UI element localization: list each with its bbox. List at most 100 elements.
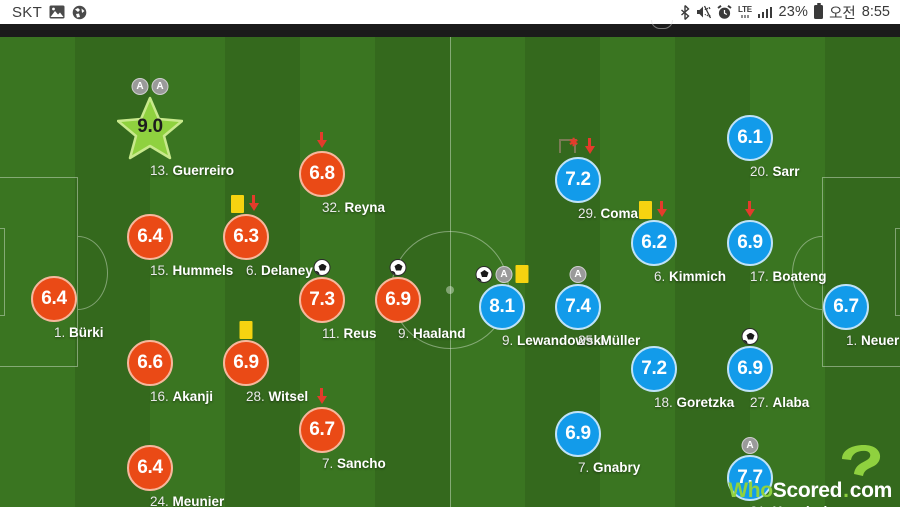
player-surname: Meunier — [172, 494, 225, 507]
player-rating-bubble[interactable]: 7.4 — [555, 284, 601, 330]
player-rating-bubble[interactable]: 6.4 — [127, 214, 173, 260]
player-rating-bubble[interactable]: 7.3 — [299, 277, 345, 323]
player-badges: A — [475, 265, 529, 283]
player-number: 27. — [750, 395, 773, 410]
player-rating: 6.9 — [737, 358, 763, 379]
player-surname: Neuer — [861, 333, 900, 348]
watermark-com: com — [849, 479, 893, 502]
player-rating-bubble[interactable]: 6.9 — [375, 277, 421, 323]
goal-icon — [741, 328, 759, 345]
yellow-card-icon — [239, 321, 253, 339]
network-type-label: LTE — [738, 5, 752, 14]
player-surname: Kimmich — [669, 269, 727, 284]
player-rating: 8.1 — [489, 296, 515, 317]
watermark-dot: . — [843, 479, 849, 502]
player-rating-bubble[interactable]: 6.8 — [299, 151, 345, 197]
player-rating-bubble[interactable]: 6.9 — [223, 340, 269, 386]
player-surname: Gnabry — [593, 460, 641, 475]
player-rating-bubble[interactable]: 6.7 — [299, 407, 345, 453]
player-badges — [639, 201, 669, 219]
whoscored-watermark: Who Scored . com — [728, 445, 893, 502]
status-bar: SKT LTE 23% 오전 8:55 — [0, 0, 900, 24]
clock-ampm-label: 오전 — [829, 5, 856, 22]
question-mark-icon — [838, 443, 884, 481]
player-badges: A — [569, 266, 587, 283]
player-surname: Haaland — [413, 326, 466, 341]
signal-bars-icon — [757, 6, 773, 18]
assist-icon: A — [569, 266, 587, 283]
player-number: 20. — [750, 164, 773, 179]
player-badges — [239, 321, 253, 339]
player-rating: 6.7 — [309, 419, 335, 440]
player-badges: AA — [131, 78, 169, 95]
player-rating: 6.9 — [233, 352, 259, 373]
status-bar-left: SKT — [12, 4, 87, 21]
player-rating-bubble[interactable]: 6.1 — [727, 115, 773, 161]
yellow-card-icon — [639, 201, 652, 219]
man-of-the-match-star-icon: 9.0 — [117, 96, 183, 160]
player-rating-bubble[interactable]: 6.3 — [223, 214, 269, 260]
player-number: 13. — [150, 163, 173, 178]
player-surname: Akanji — [172, 389, 214, 404]
player-surname: Müller — [600, 333, 641, 348]
player-rating-bubble[interactable]: 6.9 — [555, 411, 601, 457]
player-number: 15. — [150, 263, 173, 278]
player-rating-bubble[interactable]: 6.2 — [631, 220, 677, 266]
player-surname: Guerreiro — [172, 163, 235, 178]
player-rating: 9.0 — [137, 116, 163, 137]
player-rating-bubble[interactable]: 6.7 — [823, 284, 869, 330]
player-rating: 6.7 — [833, 296, 859, 317]
player-badges — [315, 132, 329, 150]
player-surname: Bürki — [69, 325, 104, 340]
substitution-off-icon — [315, 388, 329, 406]
watermark-scored: Scored — [772, 479, 843, 502]
player-number: 6. — [654, 269, 670, 284]
bluetooth-icon — [680, 4, 690, 20]
player-number: 1. — [54, 325, 70, 340]
player-surname: Goretzka — [676, 395, 735, 410]
player-rating-bubble[interactable]: 6.9 — [727, 220, 773, 266]
player-rating: 6.1 — [737, 127, 763, 148]
player-rating-bubble[interactable]: 7.2 — [631, 346, 677, 392]
player-rating: 7.4 — [565, 296, 591, 317]
player-badges: A — [741, 437, 759, 454]
carrier-label: SKT — [12, 3, 43, 21]
player-number: 7. — [322, 456, 338, 471]
network-type-icon: LTE — [738, 6, 752, 18]
center-spot — [446, 286, 454, 294]
player-rating-bubble[interactable]: 6.4 — [127, 445, 173, 491]
substitution-off-icon — [743, 201, 757, 219]
goal-icon — [313, 259, 331, 276]
goal-icon — [475, 265, 493, 283]
player-rating: 6.9 — [565, 423, 591, 444]
player-surname: Witsel — [268, 389, 309, 404]
yellow-card-icon — [231, 195, 244, 213]
player-rating: 6.4 — [137, 457, 163, 478]
player-number: 6. — [246, 263, 262, 278]
player-rating-bubble[interactable]: 8.1 — [479, 284, 525, 330]
assist-icon: A — [741, 437, 759, 454]
player-badges — [741, 328, 759, 345]
player-rating: 6.8 — [309, 163, 335, 184]
player-surname: Sancho — [337, 456, 386, 471]
substitution-off-icon — [583, 138, 597, 156]
player-surname: Sarr — [772, 164, 800, 179]
phone-screen: SKT LTE 23% 오전 8:55 6.4 1. Bürki 6.4 15.… — [0, 0, 900, 507]
player-rating: 6.9 — [737, 232, 763, 253]
alarm-icon — [717, 4, 732, 20]
player-number: 11. — [322, 326, 344, 341]
player-number: 16. — [150, 389, 173, 404]
battery-icon — [814, 3, 824, 19]
assist-icon: A — [131, 78, 149, 95]
player-badges — [389, 259, 407, 276]
player-rating-bubble[interactable]: 7.2 — [555, 157, 601, 203]
player-rating-bubble[interactable]: 6.4 — [31, 276, 77, 322]
substitution-off-icon — [655, 201, 669, 219]
player-number: 9. — [398, 326, 414, 341]
player-number: 9. — [502, 333, 518, 348]
player-badges — [743, 201, 757, 219]
status-bar-right: LTE 23% 오전 8:55 — [680, 2, 890, 23]
player-surname: Reus — [343, 326, 377, 341]
player-rating-bubble[interactable]: 6.9 — [727, 346, 773, 392]
player-rating-bubble[interactable]: 6.6 — [127, 340, 173, 386]
